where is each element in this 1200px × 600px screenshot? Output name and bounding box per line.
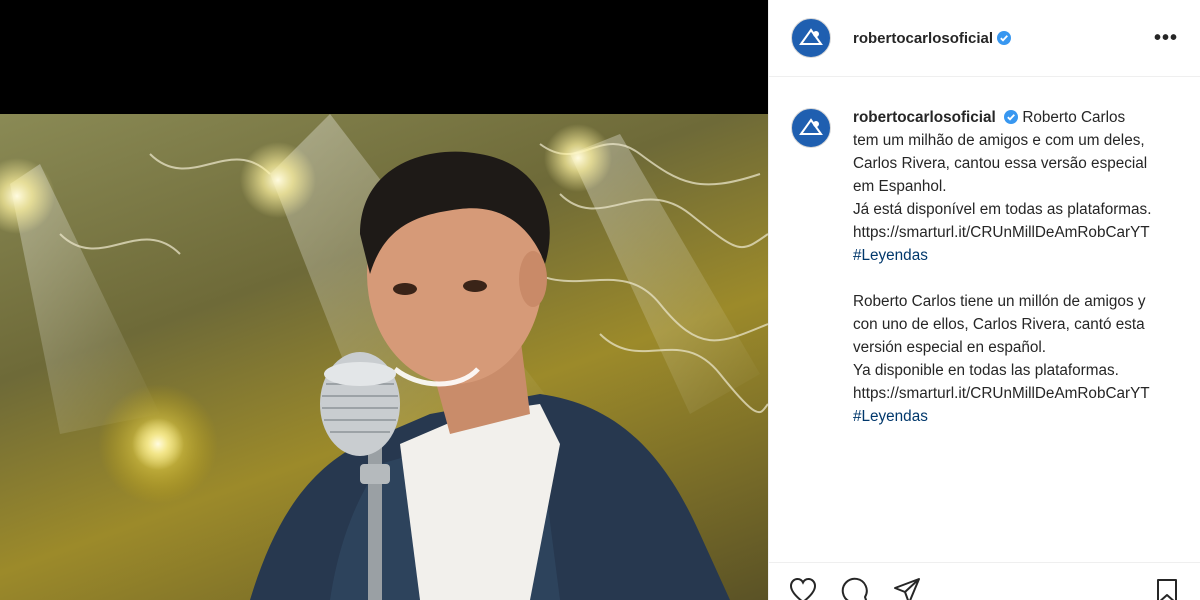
video-frame[interactable] bbox=[0, 114, 768, 600]
action-bar bbox=[769, 562, 1200, 600]
caption-link-es: https://smarturl.it/CRUnMillDeAmRobCarYT bbox=[853, 385, 1150, 402]
share-icon[interactable] bbox=[893, 577, 921, 600]
post-header: robertocarlosoficial ••• bbox=[769, 0, 1200, 77]
save-icon[interactable] bbox=[1153, 577, 1181, 600]
hashtag-link-es[interactable]: #Leyendas bbox=[853, 408, 928, 425]
video-still-image bbox=[0, 114, 768, 600]
logo-icon bbox=[796, 113, 826, 143]
verified-badge-icon bbox=[1004, 110, 1019, 124]
caption-link: https://smarturl.it/CRUnMillDeAmRobCarYT bbox=[853, 224, 1150, 241]
caption-text: robertocarlosoficial Roberto Carlos tem … bbox=[853, 106, 1153, 428]
header-username[interactable]: robertocarlosoficial bbox=[853, 30, 993, 47]
post-media[interactable] bbox=[0, 0, 768, 600]
comment-icon[interactable] bbox=[841, 577, 869, 600]
caption-availability-es: Ya disponible en todas las plataformas. bbox=[853, 362, 1119, 379]
hashtag-link[interactable]: #Leyendas bbox=[853, 247, 928, 264]
caption-username[interactable]: robertocarlosoficial bbox=[853, 109, 996, 126]
logo-icon bbox=[796, 23, 826, 53]
caption-intro-es: Roberto Carlos tiene un millón de amigos… bbox=[853, 293, 1146, 356]
heart-icon[interactable] bbox=[789, 577, 817, 600]
verified-badge-icon bbox=[997, 31, 1012, 45]
profile-avatar[interactable] bbox=[791, 18, 831, 58]
post-sidebar: robertocarlosoficial ••• robertocarlosof… bbox=[768, 0, 1200, 600]
more-options-icon[interactable]: ••• bbox=[1154, 27, 1178, 50]
caption-avatar[interactable] bbox=[791, 108, 831, 148]
post-caption: robertocarlosoficial Roberto Carlos tem … bbox=[791, 106, 1181, 428]
caption-availability: Já está disponível em todas as plataform… bbox=[853, 201, 1152, 218]
